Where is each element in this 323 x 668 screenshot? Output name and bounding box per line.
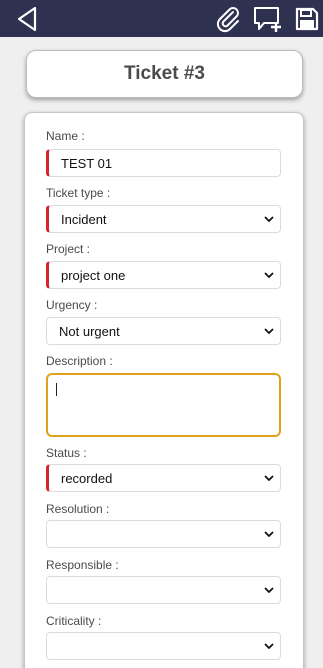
resolution-select[interactable] [46, 520, 281, 548]
ticket-type-select[interactable]: Incident [46, 205, 281, 233]
chevron-down-icon [264, 475, 274, 482]
chevron-down-icon [264, 643, 274, 650]
ticket-title-card: Ticket #3 [26, 50, 303, 98]
ticket-type-label: Ticket type : [46, 186, 111, 200]
responsible-label: Responsible : [46, 558, 119, 572]
page-title: Ticket #3 [124, 63, 205, 84]
paperclip-icon[interactable] [212, 0, 244, 37]
chevron-down-icon [264, 272, 274, 279]
urgency-label: Urgency : [46, 298, 98, 312]
top-toolbar [0, 0, 323, 37]
description-textarea[interactable] [46, 373, 281, 437]
chevron-down-icon [264, 587, 274, 594]
add-comment-icon[interactable] [250, 0, 286, 37]
ticket-type-value: Incident [61, 211, 107, 227]
description-label: Description : [46, 354, 113, 368]
save-icon[interactable] [293, 0, 321, 37]
chevron-down-icon [264, 216, 274, 223]
project-select[interactable]: project one [46, 261, 281, 289]
resolution-label: Resolution : [46, 502, 110, 516]
chevron-down-icon [264, 531, 274, 538]
back-arrow-icon[interactable] [12, 0, 42, 37]
name-value: TEST 01 [61, 155, 113, 171]
criticality-select[interactable] [46, 632, 281, 660]
responsible-select[interactable] [46, 576, 281, 604]
status-label: Status : [46, 446, 87, 460]
status-value: recorded [61, 470, 113, 486]
name-field[interactable]: TEST 01 [46, 149, 281, 177]
ticket-form: Name : TEST 01 Ticket type : Incident Pr… [24, 112, 304, 668]
project-value: project one [61, 267, 126, 283]
urgency-select[interactable]: Not urgent [46, 317, 281, 345]
criticality-label: Criticality : [46, 614, 102, 628]
text-caret [56, 383, 57, 396]
name-label: Name : [46, 129, 85, 143]
project-label: Project : [46, 242, 91, 256]
chevron-down-icon [264, 328, 274, 335]
status-select[interactable]: recorded [46, 464, 281, 492]
urgency-value: Not urgent [59, 323, 120, 339]
